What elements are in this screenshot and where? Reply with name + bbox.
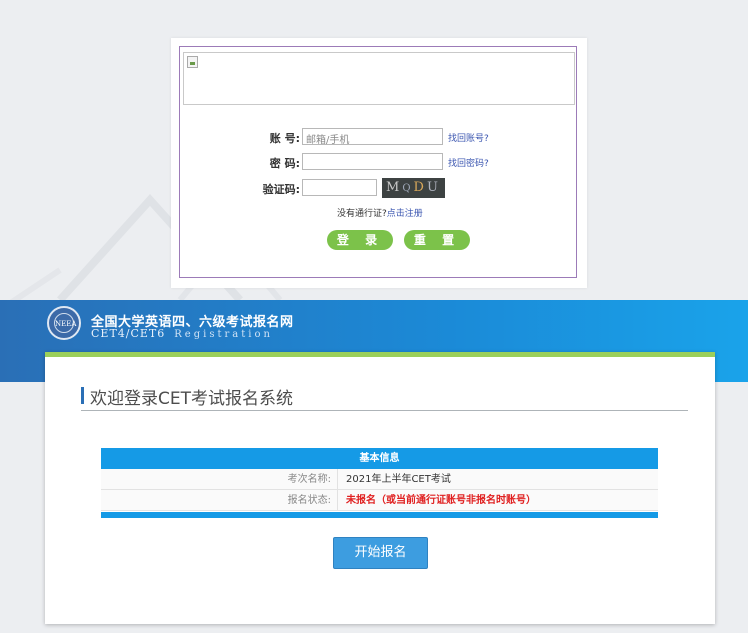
password-input[interactable] <box>302 153 443 170</box>
login-card: 账 号: 邮箱/手机 找回账号? 密 码: 找回密码? 验证码: MQDU 没有… <box>171 38 587 288</box>
captcha-char: Q <box>402 183 414 194</box>
register-prompt: 没有通行证?点击注册 <box>337 206 423 219</box>
row-value: 2021年上半年CET考试 <box>346 474 451 485</box>
login-frame: 账 号: 邮箱/手机 找回账号? 密 码: 找回密码? 验证码: MQDU 没有… <box>179 46 577 278</box>
captcha-label: 验证码: <box>262 183 300 196</box>
captcha-char: U <box>426 180 441 195</box>
password-row: 密 码: 找回密码? <box>180 152 578 172</box>
table-row: 考次名称: 2021年上半年CET考试 <box>101 469 658 490</box>
table-footer-bar <box>101 512 658 518</box>
row-key: 报名状态: <box>101 490 338 511</box>
register-prefix: 没有通行证? <box>337 209 387 219</box>
logo-text: NEEA <box>54 313 76 333</box>
reset-button[interactable]: 重 置 <box>404 230 470 250</box>
panel-accent-bar <box>45 352 715 357</box>
table-header: 基本信息 <box>101 448 658 469</box>
recover-password-link[interactable]: 找回密码? <box>448 156 489 169</box>
register-link[interactable]: 点击注册 <box>387 209 423 219</box>
account-row: 账 号: 邮箱/手机 找回账号? <box>180 127 578 147</box>
start-registration-button[interactable]: 开始报名 <box>333 537 428 569</box>
main-panel: 欢迎登录CET考试报名系统 基本信息 考次名称: 2021年上半年CET考试 报… <box>45 352 715 624</box>
row-key: 考次名称: <box>101 469 338 490</box>
subtitle-registration: Registration <box>174 329 273 340</box>
broken-banner-image <box>183 52 575 105</box>
login-button[interactable]: 登 录 <box>327 230 393 250</box>
captcha-row: 验证码: MQDU <box>180 178 578 198</box>
captcha-char: M <box>386 180 403 195</box>
account-label: 账 号: <box>269 132 300 145</box>
account-input[interactable]: 邮箱/手机 <box>302 128 443 146</box>
broken-image-icon <box>187 56 198 68</box>
neea-logo-icon: NEEA <box>47 306 81 340</box>
title-divider <box>81 410 688 411</box>
basic-info-table: 基本信息 考次名称: 2021年上半年CET考试 报名状态: 未报名（或当前通行… <box>101 448 658 521</box>
site-subtitle: CET4/CET6 Registration <box>91 327 273 340</box>
password-label: 密 码: <box>269 157 300 170</box>
welcome-marker <box>81 387 84 404</box>
captcha-image[interactable]: MQDU <box>382 178 445 198</box>
page-title: 欢迎登录CET考试报名系统 <box>90 389 293 409</box>
captcha-input[interactable] <box>302 179 377 196</box>
subtitle-cet: CET4/CET6 <box>91 327 166 340</box>
recover-account-link[interactable]: 找回账号? <box>448 131 489 144</box>
status-value: 未报名（或当前通行证账号非报名时账号） <box>346 495 536 506</box>
captcha-char: D <box>413 180 427 195</box>
table-row: 报名状态: 未报名（或当前通行证账号非报名时账号） <box>101 490 658 511</box>
